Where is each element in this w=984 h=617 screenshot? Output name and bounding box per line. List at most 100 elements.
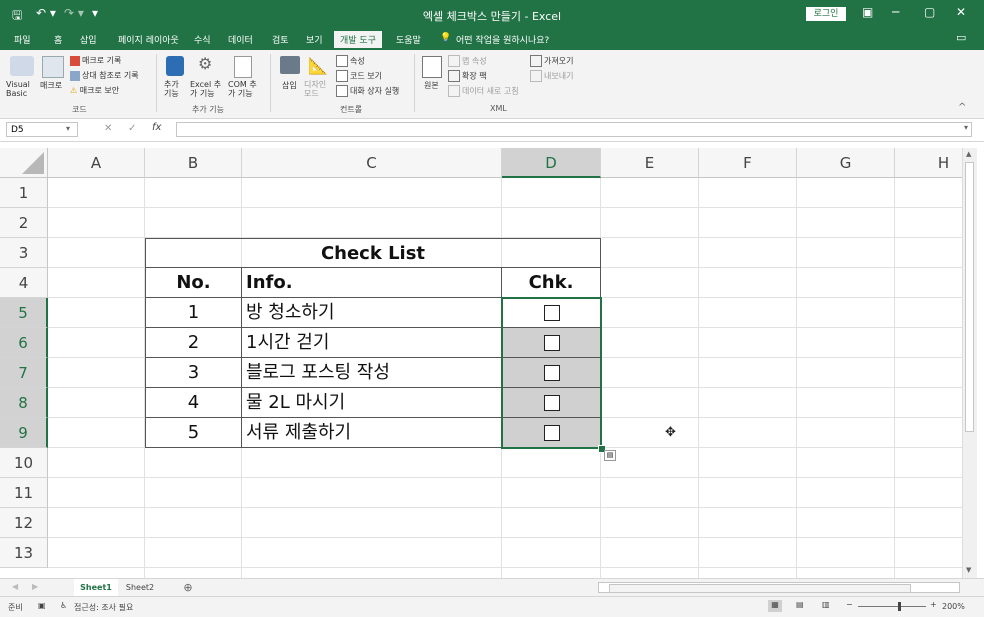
tab-file[interactable]: 파일 xyxy=(14,33,31,46)
relative-reference-button[interactable]: 상대 참조로 기록 xyxy=(70,70,139,81)
zoom-slider[interactable] xyxy=(858,606,926,607)
table-cell-info[interactable]: 블로그 포스팅 작성 xyxy=(242,358,502,388)
xml-source-button[interactable]: 원본 xyxy=(424,80,439,91)
macro-icon[interactable] xyxy=(42,56,64,78)
expansion-packs-button[interactable]: 확장 팩 xyxy=(448,70,487,82)
enter-icon[interactable]: ✓ xyxy=(128,123,136,134)
row-header-11[interactable]: 11 xyxy=(0,478,48,508)
tab-developer[interactable]: 개발 도구 xyxy=(334,31,382,48)
table-cell-no[interactable]: 3 xyxy=(145,358,242,388)
vertical-scroll-thumb[interactable] xyxy=(965,162,974,432)
excel-addins-gear-icon[interactable]: ⚙ xyxy=(198,54,212,73)
import-button[interactable]: 가져오기 xyxy=(530,55,573,67)
insert-function-icon[interactable]: fx xyxy=(152,122,161,133)
tab-data[interactable]: 데이터 xyxy=(228,33,253,46)
normal-view-icon[interactable]: ▦ xyxy=(768,600,782,612)
tab-view[interactable]: 보기 xyxy=(306,33,323,46)
table-header-info[interactable]: Info. xyxy=(242,268,502,298)
table-cell-info[interactable]: 물 2L 마시기 xyxy=(242,388,502,418)
xml-source-icon[interactable] xyxy=(422,56,442,78)
design-mode-icon[interactable]: 📐 xyxy=(308,56,328,75)
expand-formula-bar-icon[interactable]: ▾ xyxy=(964,123,968,132)
prev-sheet-icon[interactable]: ◀ xyxy=(12,582,18,591)
com-addins-button[interactable]: COM 추가 기능 xyxy=(228,80,264,98)
addins-button[interactable]: 추가 기능 xyxy=(164,80,186,98)
formula-input[interactable] xyxy=(176,122,972,137)
sheet-tab-sheet2[interactable]: Sheet2 xyxy=(120,579,160,596)
table-header-no[interactable]: No. xyxy=(145,268,242,298)
addins-icon[interactable] xyxy=(166,56,184,76)
column-header-h[interactable]: H xyxy=(895,148,962,178)
zoom-out-button[interactable]: − xyxy=(846,600,853,609)
visual-basic-icon[interactable] xyxy=(10,56,34,76)
tab-insert[interactable]: 삽입 xyxy=(80,33,97,46)
table-header-chk[interactable]: Chk. xyxy=(502,268,601,298)
row-header-1[interactable]: 1 xyxy=(0,178,48,208)
minimize-button[interactable]: ─ xyxy=(892,5,899,19)
row-header-6[interactable]: 6 xyxy=(0,328,48,358)
select-all-corner[interactable] xyxy=(0,148,48,178)
scroll-down-icon[interactable]: ▼ xyxy=(966,566,971,574)
row-header-3[interactable]: 3 xyxy=(0,238,48,268)
com-addins-icon[interactable] xyxy=(234,56,252,78)
row-header-10[interactable]: 10 xyxy=(0,448,48,478)
column-header-a[interactable]: A xyxy=(48,148,145,178)
row-header-4[interactable]: 4 xyxy=(0,268,48,298)
macro-security-button[interactable]: ⚠ 매크로 보안 xyxy=(70,85,119,96)
collapse-ribbon-icon[interactable]: ^ xyxy=(958,102,966,113)
column-header-e[interactable]: E xyxy=(601,148,699,178)
column-header-g[interactable]: G xyxy=(797,148,895,178)
excel-addins-button[interactable]: Excel 추가 기능 xyxy=(190,80,226,98)
add-sheet-icon[interactable]: ⊕ xyxy=(180,579,196,596)
table-title[interactable]: Check List xyxy=(145,238,601,268)
comments-icon[interactable]: ▭ xyxy=(956,31,966,44)
row-header-2[interactable]: 2 xyxy=(0,208,48,238)
row-header-12[interactable]: 12 xyxy=(0,508,48,538)
close-button[interactable]: ✕ xyxy=(956,5,966,19)
table-cell-info[interactable]: 서류 제출하기 xyxy=(242,418,502,448)
horizontal-scrollbar[interactable] xyxy=(598,582,960,593)
tab-help[interactable]: 도움말 xyxy=(396,33,421,46)
zoom-level[interactable]: 200% xyxy=(942,602,965,611)
table-cell-info[interactable]: 방 청소하기 xyxy=(242,298,502,328)
visual-basic-button[interactable]: Visual Basic xyxy=(6,80,40,98)
map-properties-button[interactable]: 맵 속성 xyxy=(448,55,487,67)
design-mode-button[interactable]: 디자인 모드 xyxy=(304,80,330,98)
run-dialog-button[interactable]: 대화 상자 실행 xyxy=(336,85,399,97)
row-header-9[interactable]: 9 xyxy=(0,418,48,448)
macro-button[interactable]: 매크로 xyxy=(40,80,62,91)
column-header-d[interactable]: D xyxy=(502,148,601,178)
name-box-dropdown-icon[interactable]: ▾ xyxy=(66,124,70,133)
zoom-slider-thumb[interactable] xyxy=(898,602,901,611)
view-code-button[interactable]: 코드 보기 xyxy=(336,70,382,82)
vertical-scrollbar[interactable]: ▲ ▼ xyxy=(962,148,977,578)
horizontal-scroll-thumb[interactable] xyxy=(609,584,911,593)
export-button[interactable]: 내보내기 xyxy=(530,70,573,82)
refresh-data-button[interactable]: 데이터 새로 고침 xyxy=(448,85,519,97)
tab-review[interactable]: 검토 xyxy=(272,33,289,46)
table-cell-no[interactable]: 4 xyxy=(145,388,242,418)
insert-control-icon[interactable] xyxy=(280,56,300,74)
table-cell-no[interactable]: 2 xyxy=(145,328,242,358)
page-layout-view-icon[interactable]: ▤ xyxy=(796,600,804,609)
insert-control-button[interactable]: 삽입 xyxy=(282,80,297,91)
table-cell-no[interactable]: 1 xyxy=(145,298,242,328)
scroll-up-icon[interactable]: ▲ xyxy=(966,150,971,158)
row-header-7[interactable]: 7 xyxy=(0,358,48,388)
column-header-f[interactable]: F xyxy=(699,148,797,178)
accessibility-status[interactable]: 접근성: 조사 필요 xyxy=(74,602,133,613)
login-button[interactable]: 로그인 xyxy=(806,7,846,21)
next-sheet-icon[interactable]: ▶ xyxy=(32,582,38,591)
tab-page-layout[interactable]: 페이지 레이아웃 xyxy=(118,33,179,46)
quick-analysis-icon[interactable]: ▤ xyxy=(604,450,616,461)
tab-formulas[interactable]: 수식 xyxy=(194,33,211,46)
column-header-b[interactable]: B xyxy=(145,148,242,178)
table-cell-info[interactable]: 1시간 걷기 xyxy=(242,328,502,358)
record-macro-button[interactable]: 매크로 기록 xyxy=(70,55,121,66)
zoom-in-button[interactable]: + xyxy=(930,600,937,609)
column-header-c[interactable]: C xyxy=(242,148,502,178)
maximize-button[interactable]: ▢ xyxy=(924,5,935,19)
row-header-8[interactable]: 8 xyxy=(0,388,48,418)
properties-button[interactable]: 속성 xyxy=(336,55,365,67)
table-cell-no[interactable]: 5 xyxy=(145,418,242,448)
